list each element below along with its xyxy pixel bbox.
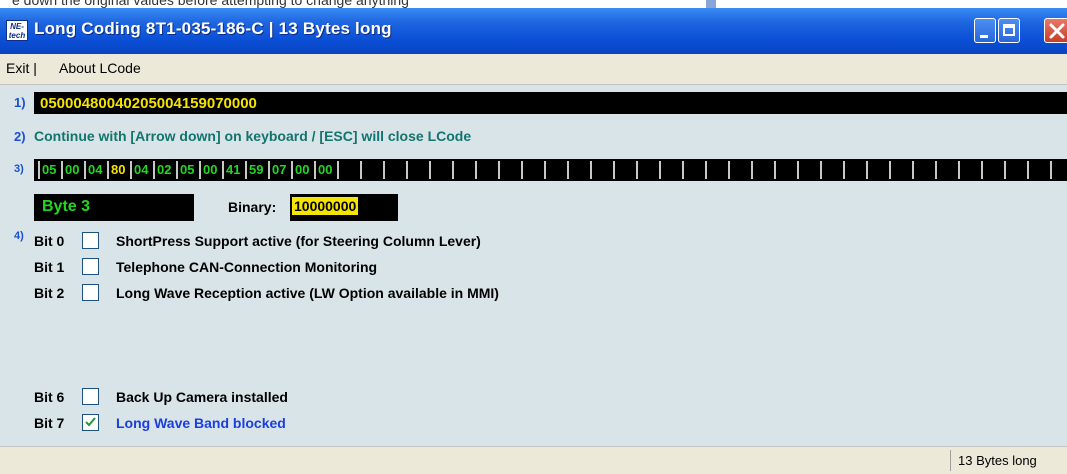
bit-row-2: Bit 2 Long Wave Reception active (LW Opt…: [0, 282, 700, 304]
binary-field: 10000000: [290, 194, 398, 221]
bit-label: Bit 0: [34, 233, 65, 249]
byte-cell[interactable]: [705, 161, 727, 179]
byte-cell[interactable]: [475, 161, 497, 179]
byte-cell[interactable]: 05: [38, 161, 60, 179]
bit-2-checkbox[interactable]: [82, 284, 99, 301]
byte-cell[interactable]: 41: [222, 161, 244, 179]
byte-cell[interactable]: [383, 161, 405, 179]
byte-cell[interactable]: [797, 161, 819, 179]
byte-cell[interactable]: 00: [291, 161, 313, 179]
byte-cell[interactable]: [429, 161, 451, 179]
byte-cell[interactable]: [613, 161, 635, 179]
bit-description: ShortPress Support active (for Steering …: [116, 233, 481, 249]
bit-label: Bit 7: [34, 415, 65, 431]
close-icon: [1049, 23, 1065, 39]
background-text: e down the original values before attemp…: [12, 0, 409, 8]
byte-cell[interactable]: 80: [107, 161, 129, 179]
byte-cell[interactable]: [337, 161, 359, 179]
bit-row-6: Bit 6 Back Up Camera installed: [0, 386, 700, 408]
checkmark-icon: [85, 417, 96, 427]
bit-1-checkbox[interactable]: [82, 258, 99, 275]
bit-0-checkbox[interactable]: [82, 232, 99, 249]
bit-description: Back Up Camera installed: [116, 389, 288, 405]
bit-label: Bit 6: [34, 389, 65, 405]
minimize-button[interactable]: [974, 18, 996, 43]
keyboard-hint: Continue with [Arrow down] on keyboard /…: [34, 128, 472, 144]
app-logo-icon: NE-tech: [6, 20, 28, 41]
bit-row-1: Bit 1 Telephone CAN-Connection Monitorin…: [0, 256, 700, 278]
byte-cell[interactable]: [498, 161, 520, 179]
status-byte-count: 13 Bytes long: [958, 453, 1037, 468]
status-divider: [950, 450, 951, 471]
byte-cell[interactable]: [889, 161, 911, 179]
byte-cell[interactable]: [659, 161, 681, 179]
byte-grid: 05 00 04 80 04 02 05 00 41 59 07 00 00: [34, 159, 1067, 181]
maximize-button[interactable]: [998, 18, 1020, 43]
byte-cell[interactable]: [820, 161, 842, 179]
selected-byte-label: Byte 3: [34, 194, 194, 221]
bit-7-checkbox[interactable]: [82, 414, 99, 431]
title-bar[interactable]: NE-tech Long Coding 8T1-035-186-C | 13 B…: [0, 8, 1067, 54]
bit-label: Bit 1: [34, 259, 65, 275]
byte-cell[interactable]: [682, 161, 704, 179]
binary-caption: Binary:: [228, 199, 277, 215]
byte-cell[interactable]: [935, 161, 957, 179]
byte-cell[interactable]: [1027, 161, 1049, 179]
byte-cell[interactable]: [843, 161, 865, 179]
byte-cell[interactable]: [774, 161, 796, 179]
bit-row-0: Bit 0 ShortPress Support active (for Ste…: [0, 230, 700, 252]
byte-cell[interactable]: 00: [199, 161, 221, 179]
byte-cell[interactable]: [866, 161, 888, 179]
bit-description: Long Wave Band blocked: [116, 415, 286, 431]
bit-6-checkbox[interactable]: [82, 388, 99, 405]
step-number-2: 2): [14, 129, 26, 144]
byte-cell[interactable]: [958, 161, 980, 179]
byte-cell[interactable]: [1004, 161, 1026, 179]
byte-cell[interactable]: [912, 161, 934, 179]
selected-byte-text: Byte 3: [42, 198, 91, 215]
byte-cell[interactable]: [544, 161, 566, 179]
window-title: Long Coding 8T1-035-186-C | 13 Bytes lon…: [34, 19, 392, 38]
bit-description: Long Wave Reception active (LW Option av…: [116, 285, 499, 301]
step-number-3: 3): [14, 163, 24, 175]
byte-cell[interactable]: 07: [268, 161, 290, 179]
byte-cell[interactable]: [728, 161, 750, 179]
coding-string-value: 05000480040205004159070000: [40, 95, 257, 112]
status-bar: 13 Bytes long: [0, 446, 1067, 474]
coding-string-field[interactable]: 05000480040205004159070000: [34, 92, 1067, 114]
byte-cell[interactable]: 00: [314, 161, 336, 179]
bit-row-7: Bit 7 Long Wave Band blocked: [0, 412, 700, 434]
step-number-1: 1): [14, 95, 26, 110]
byte-cell[interactable]: [452, 161, 474, 179]
byte-cell[interactable]: [1050, 161, 1067, 179]
byte-cell[interactable]: [981, 161, 1003, 179]
byte-cell[interactable]: 00: [61, 161, 83, 179]
byte-cell[interactable]: 02: [153, 161, 175, 179]
byte-cell[interactable]: [360, 161, 382, 179]
byte-cell[interactable]: 04: [84, 161, 106, 179]
lcode-window: NE-tech Long Coding 8T1-035-186-C | 13 B…: [0, 8, 1067, 474]
byte-cell[interactable]: [521, 161, 543, 179]
menu-bar: Exit | About LCode: [0, 54, 1067, 85]
byte-cell[interactable]: 04: [130, 161, 152, 179]
byte-cell[interactable]: [751, 161, 773, 179]
byte-cell[interactable]: [406, 161, 428, 179]
binary-value: 10000000: [292, 197, 359, 215]
byte-cell[interactable]: [636, 161, 658, 179]
byte-cell[interactable]: 05: [176, 161, 198, 179]
menu-exit[interactable]: Exit |: [6, 60, 37, 76]
bit-description: Telephone CAN-Connection Monitoring: [116, 259, 378, 275]
byte-cell[interactable]: [567, 161, 589, 179]
byte-cell[interactable]: 59: [245, 161, 267, 179]
close-button[interactable]: [1044, 18, 1067, 43]
bit-label: Bit 2: [34, 285, 65, 301]
menu-about-lcode[interactable]: About LCode: [59, 60, 141, 76]
byte-cell[interactable]: [590, 161, 612, 179]
